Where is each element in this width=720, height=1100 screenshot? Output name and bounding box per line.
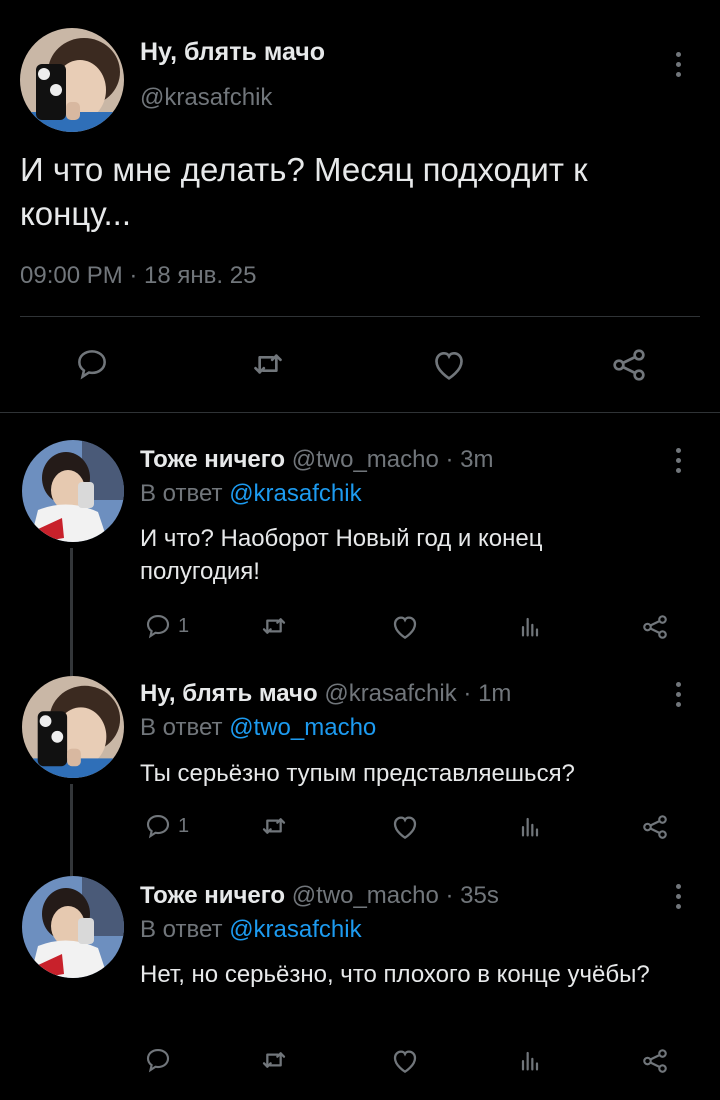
reply-count: 1 (178, 615, 190, 637)
handle[interactable]: @two_macho (292, 446, 439, 473)
retweet-icon[interactable] (258, 610, 290, 642)
tweet-text: Ты серьёзно тупым представляешься? (140, 760, 575, 787)
reply-to-label: В ответ (140, 916, 223, 943)
reply-icon[interactable] (142, 610, 174, 642)
reply-icon[interactable] (142, 1044, 174, 1076)
more-options-icon[interactable] (676, 682, 684, 707)
reply-to-label: В ответ (140, 480, 223, 507)
reply-header: Ну, блять мачо @krasafchik · 1m (140, 680, 511, 708)
reply-to-line: В ответ @krasafchik (140, 480, 362, 508)
share-icon[interactable] (638, 610, 672, 644)
display-name[interactable]: Ну, блять мачо (140, 38, 325, 67)
views-icon[interactable] (514, 610, 546, 642)
share-icon[interactable] (638, 810, 672, 844)
avatar-photo (22, 440, 124, 542)
avatar[interactable] (22, 676, 124, 778)
more-options-icon[interactable] (676, 884, 684, 909)
avatar-photo (22, 676, 124, 778)
views-icon[interactable] (514, 1044, 546, 1076)
reply-icon[interactable] (70, 342, 114, 386)
reply-to-line: В ответ @two_macho (140, 714, 376, 742)
reply-to-link[interactable]: @two_macho (229, 714, 376, 741)
reply-to-link[interactable]: @krasafchik (229, 916, 361, 943)
time-ago[interactable]: · 3m (446, 446, 494, 473)
divider (0, 412, 720, 413)
tweet-text: И что? Наоборот Новый год и конец полуго… (140, 525, 543, 585)
divider (20, 316, 700, 317)
avatar[interactable] (22, 876, 124, 978)
time-ago[interactable]: · 35s (446, 882, 499, 909)
share-icon[interactable] (606, 342, 652, 388)
tweet-text: Нет, но серьёзно, что плохого в конце уч… (140, 961, 650, 988)
reply-to-line: В ответ @krasafchik (140, 916, 362, 944)
reply-icon[interactable] (142, 810, 174, 842)
views-icon[interactable] (514, 810, 546, 842)
display-name[interactable]: Тоже ничего (140, 882, 285, 909)
display-name[interactable]: Ну, блять мачо (140, 680, 318, 707)
reply-header: Тоже ничего @two_macho · 35s (140, 882, 499, 910)
thread-line (70, 784, 73, 876)
display-name[interactable]: Тоже ничего (140, 446, 285, 473)
more-options-icon[interactable] (676, 448, 684, 473)
like-icon[interactable] (388, 1044, 422, 1078)
reply-to-link[interactable]: @krasafchik (229, 480, 361, 507)
like-icon[interactable] (388, 610, 422, 644)
like-icon[interactable] (388, 810, 422, 844)
reply-header: Тоже ничего @two_macho · 3m (140, 446, 494, 474)
tweet-text: И что мне делать? Месяц подходит к концу… (20, 151, 588, 232)
like-icon[interactable] (426, 342, 472, 388)
more-options-icon[interactable] (676, 52, 684, 77)
handle[interactable]: @krasafchik (324, 680, 456, 707)
thread-line (70, 548, 73, 676)
reply-to-label: В ответ (140, 714, 223, 741)
retweet-icon[interactable] (258, 1044, 290, 1076)
time-ago[interactable]: · 1m (463, 680, 511, 707)
handle[interactable]: @two_macho (292, 882, 439, 909)
timestamp[interactable]: 09:00 PM · 18 янв. 25 (20, 262, 256, 290)
handle[interactable]: @krasafchik (140, 84, 272, 112)
avatar[interactable] (20, 28, 124, 132)
retweet-icon[interactable] (258, 810, 290, 842)
share-icon[interactable] (638, 1044, 672, 1078)
reply-count: 1 (178, 815, 190, 837)
avatar[interactable] (22, 440, 124, 542)
retweet-icon[interactable] (246, 342, 290, 386)
avatar-photo (20, 28, 124, 132)
avatar-photo (22, 876, 124, 978)
